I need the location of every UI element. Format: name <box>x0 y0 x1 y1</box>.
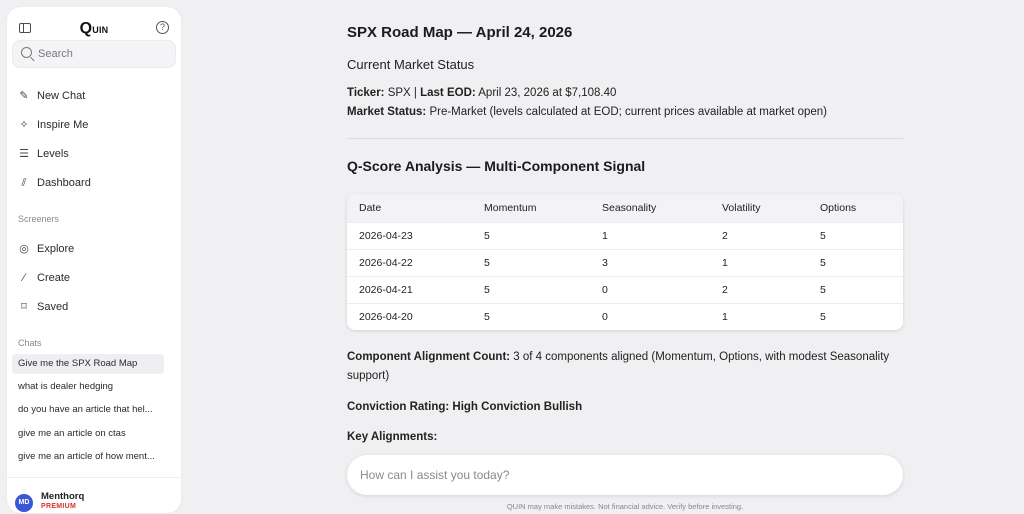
bookmark-icon: ⌑ <box>21 301 27 313</box>
table-cell: 5 <box>472 248 590 276</box>
table-cell: 5 <box>808 275 903 303</box>
table-cell: 0 <box>590 302 710 330</box>
quin-logo: QUIN <box>7 20 181 38</box>
chart-icon: ⫽ <box>21 177 27 189</box>
status-label: Market Status: <box>347 106 427 118</box>
user-name: Menthorq <box>41 491 85 502</box>
table-row: 2026-04-22 5 3 1 5 <box>347 248 903 276</box>
last-eod-value: April 23, 2026 at $7,108.40 <box>475 87 617 99</box>
avatar: MD <box>15 494 33 512</box>
table-cell: 5 <box>472 275 590 303</box>
screeners-heading: Screeners <box>18 214 60 224</box>
sparkles-icon: ✧ <box>19 119 29 131</box>
qscore-table: Date Momentum Seasonality Volatility Opt… <box>347 194 903 330</box>
chat-item[interactable]: give me an article of how ment... <box>12 447 164 467</box>
table-cell: 3 <box>590 248 710 276</box>
alignment-count: Component Alignment Count: 3 of 4 compon… <box>347 348 903 386</box>
table-cell: 1 <box>590 221 710 249</box>
sidebar: QUIN ? ✎ New Chat ✧ Inspire Me ☰ Levels … <box>7 7 181 513</box>
logo-letter: Q <box>79 20 93 37</box>
compass-icon: ◎ <box>19 243 29 255</box>
key-alignments-heading: Key Alignments: <box>347 431 438 443</box>
nav-label: New Chat <box>37 90 86 102</box>
table-cell: 1 <box>710 302 808 330</box>
search-icon <box>21 47 32 58</box>
wand-icon: ⁄ <box>23 272 25 284</box>
table-cell: 2026-04-21 <box>347 275 472 303</box>
table-row: 2026-04-23 5 1 2 5 <box>347 221 903 249</box>
nav-label: Dashboard <box>37 177 91 189</box>
chat-item[interactable]: give me an article on ctas <box>12 424 164 444</box>
nav-label: Levels <box>37 148 69 160</box>
plan-badge: PREMIUM <box>41 503 77 510</box>
roadmap-title: SPX Road Map — April 24, 2026 <box>347 24 573 41</box>
nav-inspire-me[interactable]: ✧ Inspire Me <box>18 115 168 135</box>
chats-heading: Chats <box>18 338 42 348</box>
nav-create[interactable]: ⁄ Create <box>18 268 168 288</box>
key-alignments: Key Alignments: <box>347 428 903 447</box>
chat-item[interactable]: do you have an article that hel... <box>12 400 164 420</box>
table-cell: 2026-04-23 <box>347 221 472 249</box>
logo-text: UIN <box>92 25 109 35</box>
nav-dashboard[interactable]: ⫽ Dashboard <box>18 173 168 193</box>
ticker-value: SPX | <box>384 87 421 99</box>
conviction-text: Conviction Rating: High Conviction Bulli… <box>347 401 583 413</box>
table-cell: 5 <box>808 302 903 330</box>
chat-item[interactable]: what is dealer hedging <box>12 377 164 397</box>
user-profile[interactable]: MD Menthorq PREMIUM <box>7 477 181 513</box>
table-cell: 5 <box>808 221 903 249</box>
status-value: Pre-Market (levels calculated at EOD; cu… <box>426 106 827 118</box>
conviction-rating: Conviction Rating: High Conviction Bulli… <box>347 398 903 417</box>
ticker-label: Ticker: <box>347 87 385 99</box>
table-cell: 1 <box>710 248 808 276</box>
chat-composer[interactable] <box>347 455 903 495</box>
chat-item[interactable]: Give me the SPX Road Map <box>12 354 164 374</box>
divider <box>347 138 903 139</box>
nav-saved[interactable]: ⌑ Saved <box>18 297 168 317</box>
nav-label: Create <box>37 272 71 284</box>
column-header: Momentum <box>484 201 537 214</box>
table-cell: 2026-04-20 <box>347 302 472 330</box>
chat-main: SPX Road Map — April 24, 2026 Current Ma… <box>181 0 1024 514</box>
table-cell: 0 <box>590 275 710 303</box>
table-cell: 2 <box>710 275 808 303</box>
table-row: 2026-04-20 5 0 1 5 <box>347 302 903 330</box>
table-header-row: Date Momentum Seasonality Volatility Opt… <box>347 194 903 222</box>
edit-icon: ✎ <box>19 90 29 102</box>
nav-label: Inspire Me <box>37 119 89 131</box>
help-icon[interactable]: ? <box>156 21 169 34</box>
column-header: Volatility <box>722 201 761 214</box>
ticker-line: Ticker: SPX | Last EOD: April 23, 2026 a… <box>347 87 616 99</box>
search-input[interactable] <box>38 45 168 63</box>
nav-label: Saved <box>37 301 69 313</box>
table-cell: 2026-04-22 <box>347 248 472 276</box>
section-subtitle: Current Market Status <box>347 57 475 72</box>
qscore-heading: Q-Score Analysis — Multi-Component Signa… <box>347 158 646 174</box>
last-eod-label: Last EOD: <box>420 87 476 99</box>
market-status-line: Market Status: Pre-Market (levels calcul… <box>347 106 827 118</box>
table-cell: 5 <box>808 248 903 276</box>
table-cell: 5 <box>472 302 590 330</box>
column-header: Options <box>820 201 857 214</box>
alignment-label: Component Alignment Count: <box>347 351 511 363</box>
table-cell: 2 <box>710 221 808 249</box>
table-row: 2026-04-21 5 0 2 5 <box>347 275 903 303</box>
list-icon: ☰ <box>19 148 29 160</box>
nav-new-chat[interactable]: ✎ New Chat <box>18 86 168 106</box>
message-input[interactable] <box>360 466 880 484</box>
disclaimer: QUIN may make mistakes. Not financial ad… <box>506 502 744 511</box>
table-cell: 5 <box>472 221 590 249</box>
column-header: Seasonality <box>602 201 657 214</box>
nav-label: Explore <box>37 243 75 255</box>
nav-levels[interactable]: ☰ Levels <box>18 144 168 164</box>
search-box[interactable] <box>13 41 175 67</box>
column-header: Date <box>359 201 382 214</box>
nav-explore[interactable]: ◎ Explore <box>18 239 168 259</box>
sidebar-header: QUIN ? <box>7 7 181 43</box>
